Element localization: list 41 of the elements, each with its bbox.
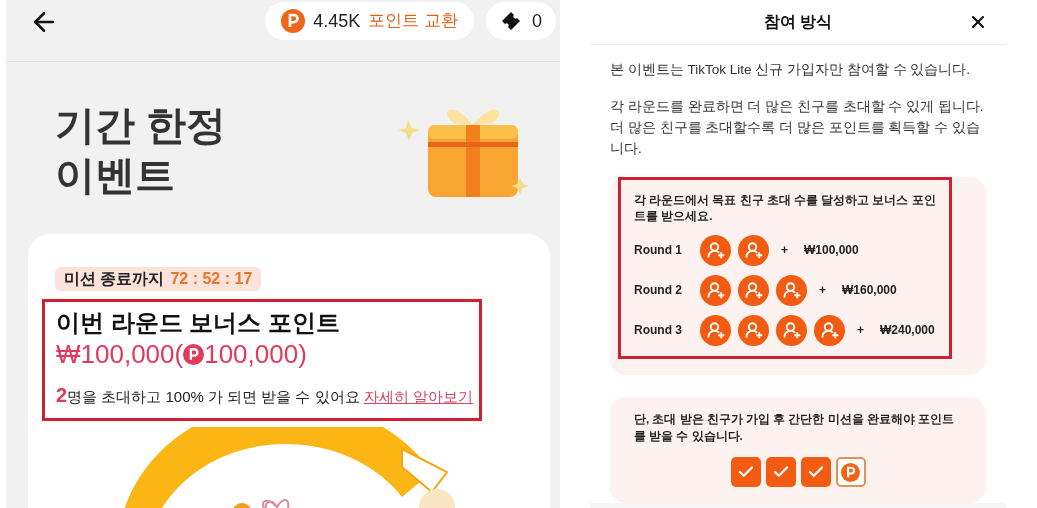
check-step-icon: [765, 457, 796, 487]
timer-value: 72 : 52 : 17: [170, 269, 253, 289]
points-coin-icon: [281, 9, 306, 33]
points-coin-icon: [183, 343, 205, 365]
invite-friend-icon: [700, 274, 731, 306]
points-coin-icon: [841, 462, 860, 482]
bonus-points: 100,000): [204, 338, 307, 370]
invite-friend-icon: [776, 274, 807, 306]
invite-friend-icon: [776, 314, 807, 346]
round-label: Round 3: [634, 322, 683, 339]
check-step-icon: [800, 457, 831, 487]
invite-friend-icon: [700, 234, 731, 266]
invite-friend-icon: [738, 234, 769, 266]
timer-label: 미션 종료까지: [64, 269, 165, 289]
bonus-amount: ₩100,000(: [56, 338, 184, 370]
condition-text: 단, 초대 받은 친구가 가입 후 간단한 미션을 완료해야 포인트를 받을 수 있습니다.: [634, 412, 955, 444]
invite-friend-icon: [814, 314, 845, 346]
invite-friend-icon: [700, 314, 731, 346]
check-step-icon: [730, 457, 761, 487]
points-pill[interactable]: 4.45K 포인트 교환: [265, 2, 474, 40]
round-reward: ₩160,000: [842, 282, 897, 299]
rounds-intro: 각 라운드에서 목표 친구 초대 수를 달성하고 보너스 포인트를 받으세요.: [634, 193, 937, 224]
plus-sign: +: [857, 322, 864, 339]
event-title: 기간 한정: [55, 102, 227, 149]
sheet-title: 참여 방식: [763, 12, 833, 32]
ticket-icon: [500, 11, 522, 31]
round-label: Round 1: [634, 242, 683, 259]
invite-friend-icon: [738, 314, 769, 346]
rules-paragraph: 각 라운드를 완료하면 더 많은 친구를 초대할 수 있게 됩니다. 더 많은 친구를 초대할수록 더 많은 포인트를 획득할 수 있습니다.: [610, 98, 985, 158]
plus-sign: +: [781, 242, 788, 259]
learn-more-link[interactable]: 자세히 알아보기: [363, 388, 473, 405]
bonus-title: 이번 라운드 보너스 포인트: [56, 308, 341, 338]
plus-sign: +: [819, 282, 826, 299]
event-title: 이벤트: [55, 152, 176, 199]
round-reward: ₩100,000: [804, 242, 859, 259]
invite-friend-icon: [738, 274, 769, 306]
tickets-pill[interactable]: 0: [486, 2, 556, 40]
invite-note: 2명을 초대하고 100% 가 되면 받을 수 있어요 자세히 알아보기: [56, 383, 474, 408]
round-label: Round 2: [634, 282, 683, 299]
round-reward: ₩240,000: [880, 322, 935, 339]
rules-paragraph: 본 이벤트는 TikTok Lite 신규 가입자만 참여할 수 있습니다.: [610, 61, 972, 79]
